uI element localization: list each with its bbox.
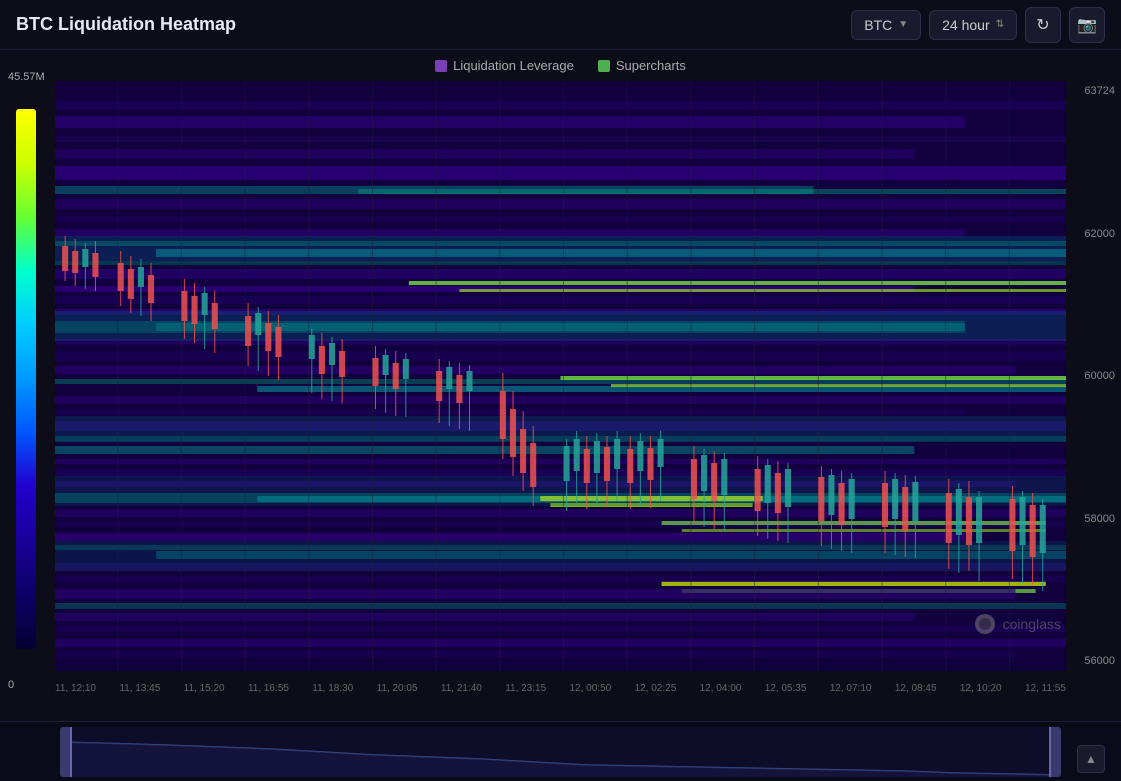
minimap-svg [60, 727, 1061, 777]
y-label-62000: 62000 [1072, 228, 1115, 240]
minimap-left-handle[interactable] [60, 727, 72, 777]
x-label-10: 12, 04:00 [700, 683, 742, 694]
x-label-1: 11, 13:45 [119, 683, 160, 694]
x-label-13: 12, 08:45 [895, 683, 937, 694]
asset-selector[interactable]: BTC ▼ [851, 10, 921, 40]
watermark: coinglass [973, 612, 1061, 636]
legend-item-supercharts: Supercharts [598, 58, 686, 73]
legend: Liquidation Leverage Supercharts [0, 50, 1121, 81]
y-label-58000: 58000 [1072, 513, 1115, 525]
chart-wrapper: coinglass 63724 62000 60000 58000 56000 … [55, 81, 1121, 721]
chevron-down-icon: ▼ [898, 19, 908, 30]
minimap[interactable]: ▲ [0, 721, 1121, 781]
screenshot-button[interactable]: 📷 [1069, 7, 1105, 43]
x-label-7: 11, 23:15 [505, 683, 546, 694]
scroll-up-button[interactable]: ▲ [1077, 745, 1105, 773]
asset-value: BTC [864, 17, 892, 33]
legend-item-liquidation: Liquidation Leverage [435, 58, 574, 73]
x-axis: 11, 12:10 11, 13:45 11, 15:20 11, 16:55 … [55, 671, 1121, 701]
coinglass-logo-icon [973, 612, 997, 636]
x-label-6: 11, 21:40 [441, 683, 482, 694]
chart-area: 45.57M 0 [0, 81, 1121, 721]
x-label-8: 12, 00:50 [570, 683, 612, 694]
y-label-63724: 63724 [1072, 85, 1115, 97]
color-scale-max: 45.57M [8, 71, 51, 83]
x-label-0: 11, 12:10 [55, 683, 96, 694]
x-label-11: 12, 05:35 [765, 683, 807, 694]
watermark-text: coinglass [1003, 616, 1061, 632]
header-controls: BTC ▼ 24 hour ⇅ ↻ 📷 [851, 7, 1105, 43]
heatmap-svg [55, 81, 1066, 671]
camera-icon: 📷 [1077, 15, 1097, 35]
y-label-60000: 60000 [1072, 370, 1115, 382]
legend-color-supercharts [598, 60, 610, 72]
legend-label-liquidation: Liquidation Leverage [453, 58, 574, 73]
x-label-3: 11, 16:55 [248, 683, 289, 694]
refresh-icon: ↻ [1036, 15, 1049, 35]
chart-canvas[interactable]: coinglass 63724 62000 60000 58000 56000 [55, 81, 1121, 671]
minimap-right-handle[interactable] [1049, 727, 1061, 777]
x-label-15: 12, 11:55 [1025, 683, 1066, 694]
x-label-14: 12, 10:20 [960, 683, 1002, 694]
chevron-up-icon: ▲ [1085, 752, 1097, 766]
chevron-up-down-icon: ⇅ [996, 19, 1004, 30]
minimap-content [60, 727, 1061, 777]
timeframe-value: 24 hour [942, 17, 989, 33]
color-scale-bar [16, 109, 36, 649]
x-label-5: 11, 20:05 [377, 683, 418, 694]
legend-color-liquidation [435, 60, 447, 72]
y-axis: 63724 62000 60000 58000 56000 [1066, 81, 1121, 671]
y-label-56000: 56000 [1072, 655, 1115, 667]
x-label-12: 12, 07:10 [830, 683, 872, 694]
legend-label-supercharts: Supercharts [616, 58, 686, 73]
refresh-button[interactable]: ↻ [1025, 7, 1061, 43]
x-label-2: 11, 15:20 [184, 683, 225, 694]
x-label-9: 12, 02:25 [635, 683, 677, 694]
color-scale: 45.57M 0 [0, 81, 55, 721]
timeframe-selector[interactable]: 24 hour ⇅ [929, 10, 1017, 40]
page-title: BTC Liquidation Heatmap [16, 14, 851, 35]
x-label-4: 11, 18:30 [312, 683, 353, 694]
header: BTC Liquidation Heatmap BTC ▼ 24 hour ⇅ … [0, 0, 1121, 50]
color-scale-min: 0 [8, 679, 51, 691]
